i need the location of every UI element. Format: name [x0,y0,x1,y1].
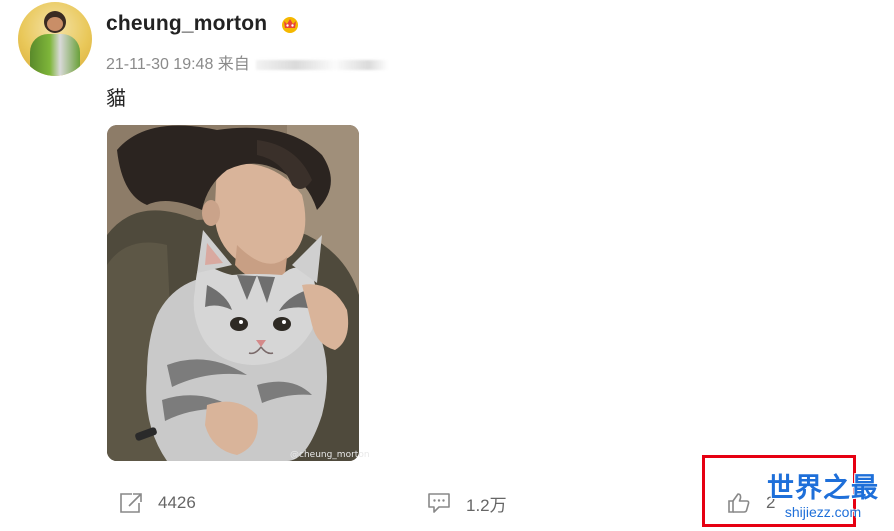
username[interactable]: cheung_morton [106,12,267,36]
crown-badge-icon[interactable] [280,14,300,34]
post-timestamp[interactable]: 21-11-30 19:48 [106,56,213,73]
comment-button[interactable]: 1.2万 [426,490,507,516]
post-image[interactable] [107,125,359,461]
comment-icon [428,493,450,513]
avatar[interactable] [18,2,92,76]
brand-watermark: 世界之最 shijiezz.com [756,473,890,521]
post-image-illustration [107,125,359,461]
repost-button[interactable]: 4426 [118,490,196,516]
brand-watermark-cn: 世界之最 [767,473,879,504]
post-source-prefix: 来自 [217,56,250,73]
comment-count: 1.2万 [466,495,507,515]
repost-count: 4426 [158,493,196,512]
avatar-figure-face [47,17,63,31]
post-meta: 21-11-30 19:48 来自 [106,50,388,74]
image-watermark: @cheung_morton [290,450,370,460]
share-icon [120,493,142,513]
post-text: 貓 [106,86,126,110]
source-blurred [255,59,388,70]
brand-watermark-en: shijiezz.com [784,504,862,520]
avatar-figure-body [30,34,80,76]
